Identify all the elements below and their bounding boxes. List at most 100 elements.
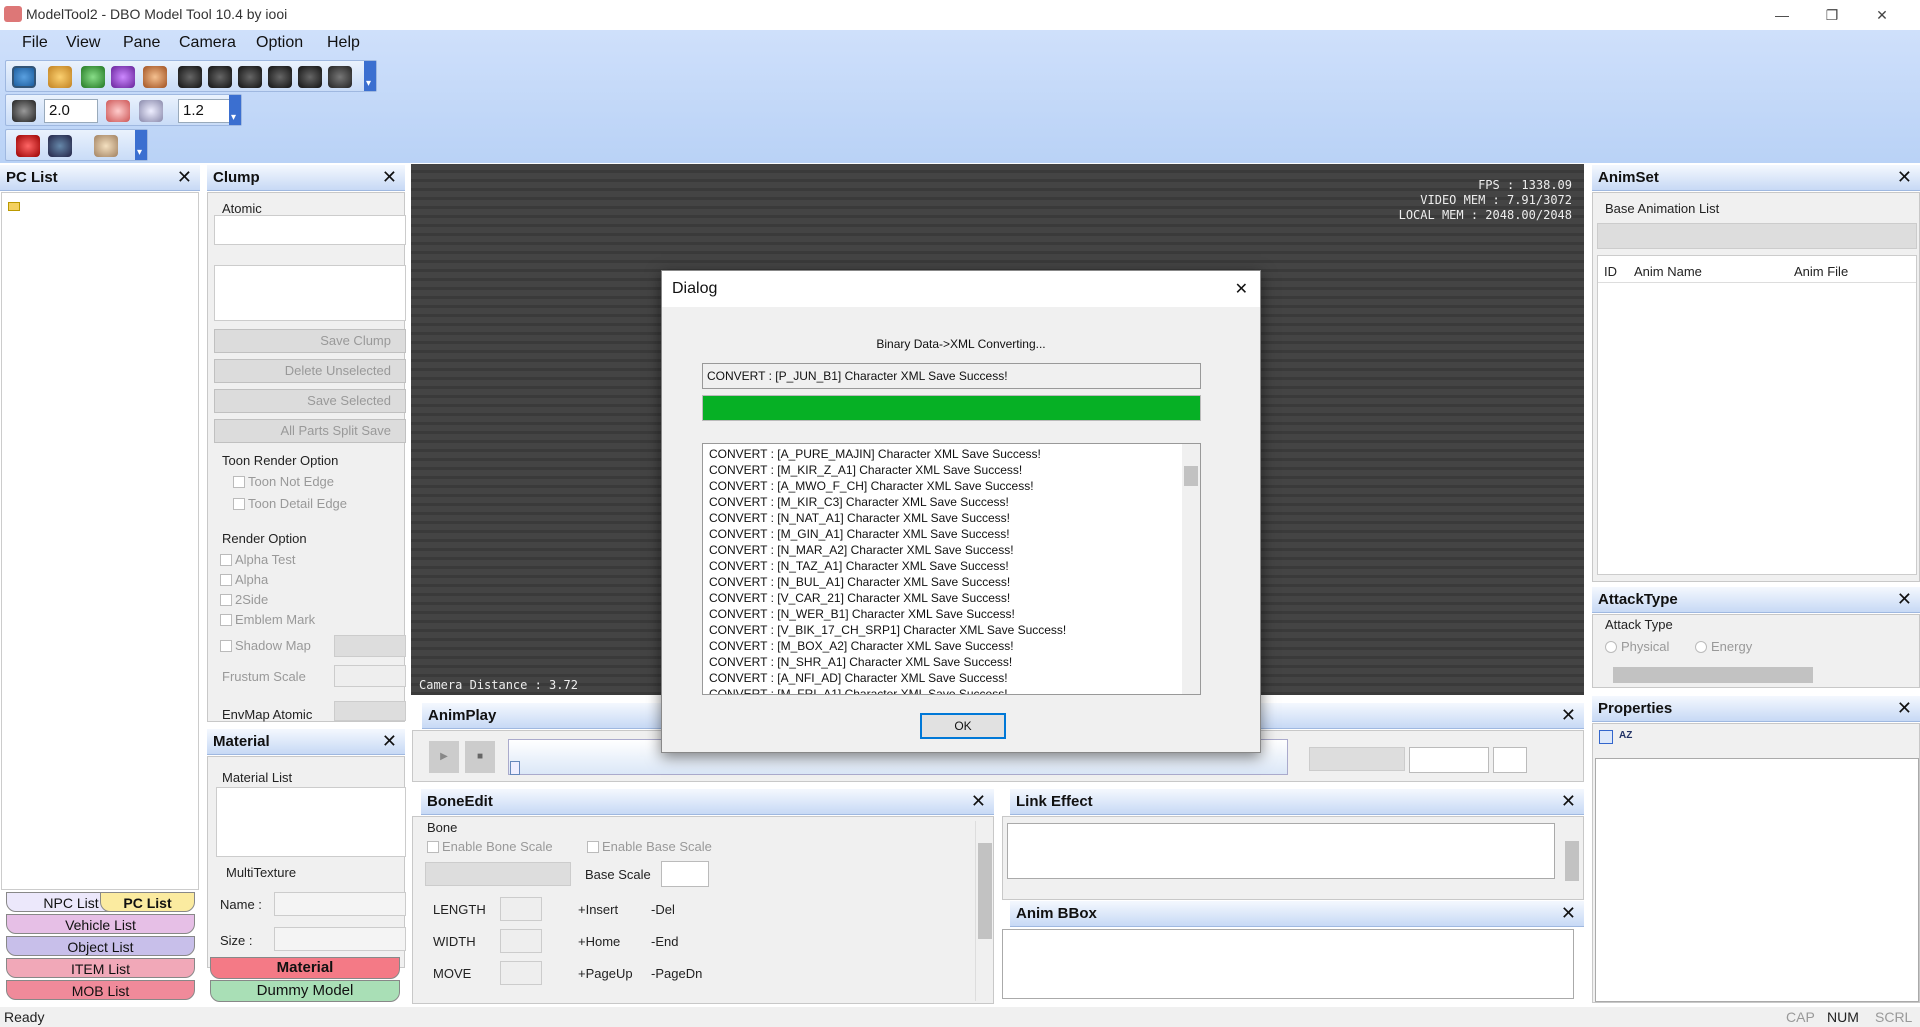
ok-button[interactable]: OK <box>920 713 1006 739</box>
avatar-icon[interactable] <box>48 135 72 157</box>
log-scrollbar-thumb[interactable] <box>1184 466 1198 486</box>
save-clump-button[interactable]: Save Clump <box>214 329 406 353</box>
emblem-mark-checkbox[interactable] <box>220 614 232 626</box>
link-effect-close-icon[interactable]: ✕ <box>1561 791 1576 812</box>
toolbar-chevron-icon[interactable] <box>364 61 376 91</box>
toolbar-chevron-icon[interactable] <box>135 130 147 160</box>
material-close-icon[interactable]: ✕ <box>382 731 397 752</box>
alpha-test-checkbox[interactable] <box>220 554 232 566</box>
folder-icon[interactable] <box>8 202 20 211</box>
properties-grid[interactable] <box>1595 758 1919 1002</box>
link-effect-list[interactable] <box>1007 823 1555 879</box>
shadow-map-field[interactable] <box>334 635 406 657</box>
alphabetical-icon[interactable]: AZ <box>1619 730 1633 744</box>
energy-radio[interactable] <box>1695 641 1707 653</box>
alpha-checkbox[interactable] <box>220 574 232 586</box>
frame-field[interactable] <box>1409 747 1489 773</box>
hand-icon[interactable] <box>298 66 322 88</box>
all-parts-split-save-button[interactable]: All Parts Split Save <box>214 419 406 443</box>
pc-list-tree[interactable] <box>1 192 199 890</box>
tab-mob-list[interactable]: MOB List <box>6 980 195 1000</box>
anim-bbox-close-icon[interactable]: ✕ <box>1561 903 1576 924</box>
base-anim-field[interactable] <box>1597 223 1917 249</box>
sphere-icon[interactable] <box>81 66 105 88</box>
delete-unselected-button[interactable]: Delete Unselected <box>214 359 406 383</box>
camera-icon[interactable] <box>12 100 36 122</box>
attacktype-close-icon[interactable]: ✕ <box>1897 589 1912 610</box>
enable-base-scale-checkbox[interactable] <box>587 841 599 853</box>
col-anim-name[interactable]: Anim Name <box>1634 264 1702 279</box>
boneedit-scrollbar[interactable] <box>975 821 993 1001</box>
foot-icon[interactable] <box>328 66 352 88</box>
length-input[interactable] <box>500 897 542 921</box>
clump-close-icon[interactable]: ✕ <box>382 167 397 188</box>
col-anim-file[interactable]: Anim File <box>1794 264 1848 279</box>
pc-list-close-icon[interactable]: ✕ <box>177 167 192 188</box>
base-scale-input[interactable] <box>661 861 709 887</box>
save-selected-button[interactable]: Save Selected <box>214 389 406 413</box>
stop-button[interactable]: ■ <box>465 741 495 773</box>
minimize-button[interactable]: — <box>1768 4 1796 26</box>
tab-material[interactable]: Material <box>210 957 400 979</box>
categorized-icon[interactable] <box>1599 730 1613 744</box>
2side-checkbox[interactable] <box>220 594 232 606</box>
tab-dummy-model[interactable]: Dummy Model <box>210 980 400 1002</box>
menu-view[interactable]: View <box>66 34 100 52</box>
play-button[interactable]: ▶ <box>429 741 459 773</box>
tab-item-list[interactable]: ITEM List <box>6 958 195 978</box>
menu-camera[interactable]: Camera <box>179 34 236 52</box>
tab-vehicle-list[interactable]: Vehicle List <box>6 914 195 934</box>
globe-icon[interactable] <box>12 66 36 88</box>
frame-spinner[interactable] <box>1493 747 1527 773</box>
pose-icon[interactable] <box>106 100 130 122</box>
toolbar-chevron-icon[interactable] <box>229 95 241 125</box>
brush-icon[interactable] <box>139 100 163 122</box>
tab-pc-list[interactable]: PC List <box>100 892 195 912</box>
menu-pane[interactable]: Pane <box>123 34 160 52</box>
properties-close-icon[interactable]: ✕ <box>1897 698 1912 719</box>
name-field[interactable] <box>274 892 406 916</box>
restore-button[interactable]: ❐ <box>1818 4 1846 26</box>
atom-icon[interactable] <box>111 66 135 88</box>
dialog-close-icon[interactable]: ✕ <box>1235 279 1248 299</box>
timeline-slider-handle[interactable] <box>510 761 520 775</box>
atomic-list[interactable] <box>214 265 406 321</box>
anim-bbox-panel[interactable] <box>1002 929 1574 999</box>
tab-object-list[interactable]: Object List <box>6 936 195 956</box>
animplay-close-icon[interactable]: ✕ <box>1561 705 1576 726</box>
width-input[interactable] <box>500 929 542 953</box>
move-input[interactable] <box>500 961 542 985</box>
boneedit-close-icon[interactable]: ✕ <box>971 791 986 812</box>
shadow-map-checkbox[interactable] <box>220 640 232 652</box>
atomic-field[interactable] <box>214 215 406 245</box>
speed-dropdown[interactable] <box>1309 747 1405 771</box>
size-field[interactable] <box>274 927 406 951</box>
attacktype-hscrollbar[interactable] <box>1613 667 1813 683</box>
face-icon[interactable] <box>208 66 232 88</box>
material-list[interactable] <box>216 787 406 857</box>
animset-close-icon[interactable]: ✕ <box>1897 167 1912 188</box>
frustum-scale-field[interactable] <box>334 665 406 687</box>
col-id[interactable]: ID <box>1604 264 1617 279</box>
hair-icon[interactable] <box>178 66 202 88</box>
character-icon[interactable] <box>143 66 167 88</box>
body-icon[interactable] <box>268 66 292 88</box>
scale-input[interactable]: 1.2 <box>178 99 232 123</box>
log-scrollbar[interactable] <box>1182 444 1200 694</box>
swap-icon[interactable] <box>48 66 72 88</box>
convert-log[interactable]: CONVERT : [A_PURE_MAJIN] Character XML S… <box>702 443 1201 695</box>
head-icon[interactable] <box>238 66 262 88</box>
anim-list-table[interactable]: ID Anim Name Anim File <box>1597 255 1917 575</box>
bone-dropdown[interactable] <box>425 862 571 886</box>
physical-radio[interactable] <box>1605 641 1617 653</box>
enable-bone-scale-checkbox[interactable] <box>427 841 439 853</box>
camera-speed-input[interactable]: 2.0 <box>44 99 98 123</box>
outfit-icon[interactable] <box>94 135 118 157</box>
toon-not-edge-checkbox[interactable] <box>233 476 245 488</box>
menu-help[interactable]: Help <box>327 34 360 52</box>
envmap-atomic-field[interactable] <box>334 701 406 721</box>
scrollbar-thumb[interactable] <box>978 843 992 939</box>
close-button[interactable]: ✕ <box>1868 4 1896 26</box>
toon-detail-edge-checkbox[interactable] <box>233 498 245 510</box>
extinguisher-icon[interactable] <box>16 135 40 157</box>
